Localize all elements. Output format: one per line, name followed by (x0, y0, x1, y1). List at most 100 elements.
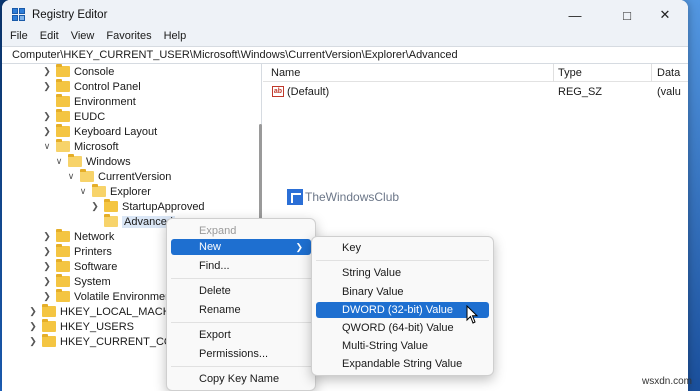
chevron-right-icon[interactable]: ❯ (42, 261, 52, 272)
row-type: REG_SZ (558, 86, 603, 98)
tree-item-microsoft[interactable]: ∨ Microsoft (42, 139, 119, 154)
submenu-item-string-value[interactable]: String Value (316, 265, 489, 281)
menu-item-new[interactable]: New ❯ (171, 239, 311, 255)
chevron-right-icon[interactable]: ❯ (28, 306, 38, 317)
menu-item-permissions[interactable]: Permissions... (171, 346, 311, 362)
column-divider[interactable] (651, 64, 652, 82)
string-value-icon: ab (272, 86, 284, 97)
registry-editor-icon (12, 8, 26, 22)
chevron-right-icon[interactable]: ❯ (28, 336, 38, 347)
chevron-right-icon[interactable]: ❯ (42, 291, 52, 302)
tree-item-label: Console (74, 65, 115, 78)
submenu-item-binary-value[interactable]: Binary Value (316, 284, 489, 300)
credit-text: wsxdn.com (641, 376, 692, 387)
submenu-item-expandable-string-value[interactable]: Expandable String Value (316, 356, 489, 372)
folder-icon (56, 274, 70, 287)
folder-open-icon (104, 214, 118, 227)
tree-item-printers[interactable]: ❯ Printers (42, 244, 112, 259)
chevron-down-icon[interactable]: ∨ (42, 141, 52, 152)
menu-file[interactable]: File (10, 30, 28, 46)
menu-edit[interactable]: Edit (40, 30, 59, 46)
menu-item-find[interactable]: Find... (171, 258, 311, 274)
tree-item-label: HKEY_USERS (60, 320, 134, 333)
menu-item-copy-key-name[interactable]: Copy Key Name (171, 371, 311, 387)
close-button[interactable]: ✕ (642, 0, 688, 30)
tree-item-label: Microsoft (74, 140, 119, 153)
tree-item-system[interactable]: ❯ System (42, 274, 111, 289)
menu-item-delete[interactable]: Delete (171, 283, 311, 299)
chevron-right-icon[interactable]: ❯ (42, 81, 52, 92)
menu-item-expand[interactable]: Expand (171, 223, 311, 239)
menu-separator (316, 260, 489, 261)
tree-item-label: Control Panel (74, 80, 141, 93)
tree-item-label: Printers (74, 245, 112, 258)
chevron-right-icon[interactable]: ❯ (42, 111, 52, 122)
menu-favorites[interactable]: Favorites (106, 30, 151, 46)
chevron-right-icon[interactable]: ❯ (42, 276, 52, 287)
chevron-right-icon[interactable]: ❯ (42, 231, 52, 242)
menu-help[interactable]: Help (164, 30, 187, 46)
tree-item-hkey-users[interactable]: ❯ HKEY_USERS (28, 319, 134, 334)
tree-item-label: Explorer (110, 185, 151, 198)
chevron-right-icon: ❯ (295, 242, 303, 252)
folder-icon (42, 334, 56, 347)
row-name: (Default) (287, 86, 330, 98)
address-bar[interactable]: Computer\HKEY_CURRENT_USER\Microsoft\Win… (2, 46, 688, 64)
tree-item-explorer[interactable]: ∨ Explorer (78, 184, 151, 199)
column-data[interactable]: Data (657, 67, 680, 79)
window-title: Registry Editor (32, 9, 108, 21)
tree-item-control-panel[interactable]: ❯ Control Panel (42, 79, 141, 94)
chevron-right-icon[interactable]: ❯ (90, 201, 100, 212)
list-row[interactable]: ab (Default) REG_SZ (valu (263, 84, 688, 100)
tree-item-label: Environment (74, 95, 136, 108)
thewindowsclub-logo-icon (287, 189, 303, 205)
chevron-right-icon[interactable]: ❯ (28, 321, 38, 332)
column-type[interactable]: Type (558, 67, 582, 79)
menu-view[interactable]: View (71, 30, 95, 46)
tree-item-volatile-environment[interactable]: ❯ Volatile Environment (42, 289, 174, 304)
tree-item-software[interactable]: ❯ Software (42, 259, 117, 274)
tree-item-label: Volatile Environment (74, 290, 175, 303)
minimize-icon: — (568, 7, 582, 23)
tree-item-label: Software (74, 260, 118, 273)
mouse-cursor-icon (466, 305, 479, 324)
submenu-item-multi-string-value[interactable]: Multi-String Value (316, 338, 489, 354)
chevron-right-icon[interactable]: ❯ (42, 246, 52, 257)
folder-open-icon (80, 169, 94, 182)
menu-bar: File Edit View Favorites Help (2, 30, 688, 46)
title-bar: Registry Editor — □ ✕ (2, 0, 688, 30)
tree-item-startupapproved[interactable]: ❯ StartupApproved (90, 199, 205, 214)
folder-open-icon (56, 139, 70, 152)
chevron-down-icon[interactable]: ∨ (78, 186, 88, 197)
list-header: Name Type Data (263, 64, 688, 82)
minimize-button[interactable]: — (552, 0, 598, 30)
maximize-icon: □ (623, 7, 631, 23)
chevron-down-icon[interactable]: ∨ (54, 156, 64, 167)
menu-separator (171, 322, 311, 323)
column-name[interactable]: Name (271, 67, 300, 79)
menu-item-rename[interactable]: Rename (171, 302, 311, 318)
tree-item-label: Windows (86, 155, 131, 168)
tree-item-environment[interactable]: Environment (56, 94, 136, 109)
menu-separator (171, 366, 311, 367)
chevron-right-icon[interactable]: ❯ (42, 66, 52, 77)
tree-item-label: Keyboard Layout (74, 125, 158, 138)
tree-item-advanced[interactable]: Advanced (104, 214, 175, 229)
folder-icon (56, 109, 70, 122)
tree-item-console[interactable]: ❯ Console (42, 64, 114, 79)
menu-item-export[interactable]: Export (171, 327, 311, 343)
tree-item-windows[interactable]: ∨ Windows (54, 154, 131, 169)
submenu-item-dword-value[interactable]: DWORD (32-bit) Value (316, 302, 489, 318)
chevron-right-icon[interactable]: ❯ (42, 126, 52, 137)
tree-item-label: StartupApproved (122, 200, 205, 213)
tree-item-label: EUDC (74, 110, 106, 123)
submenu-item-qword-value[interactable]: QWORD (64-bit) Value (316, 320, 489, 336)
chevron-down-icon[interactable]: ∨ (66, 171, 76, 182)
tree-item-eudc[interactable]: ❯ EUDC (42, 109, 105, 124)
tree-item-hkey-local-machine[interactable]: ❯ HKEY_LOCAL_MACHINE (28, 304, 189, 319)
tree-item-currentversion[interactable]: ∨ CurrentVersion (66, 169, 171, 184)
tree-item-network[interactable]: ❯ Network (42, 229, 114, 244)
tree-item-keyboard-layout[interactable]: ❯ Keyboard Layout (42, 124, 157, 139)
column-divider[interactable] (553, 64, 554, 82)
submenu-item-key[interactable]: Key (316, 240, 489, 256)
